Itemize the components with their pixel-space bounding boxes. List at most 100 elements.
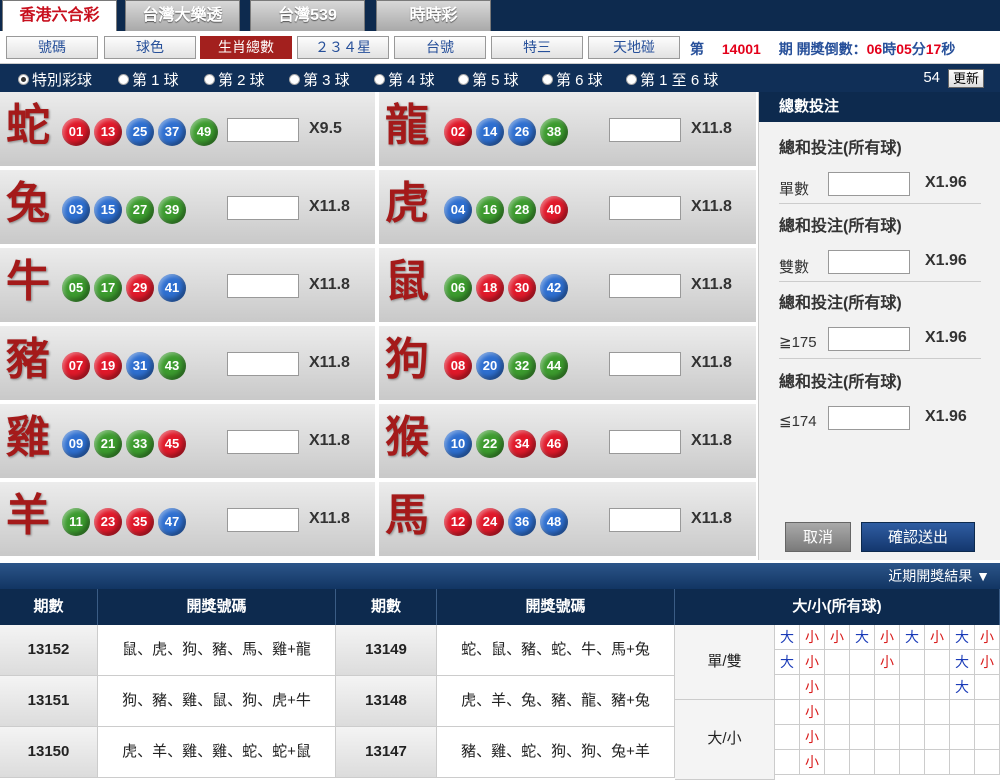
number-ball: 29: [126, 274, 154, 302]
zodiac-bet-input[interactable]: [227, 274, 299, 298]
zodiac-cell: 豬 07 19 31 43 X11.8: [0, 326, 377, 402]
zodiac-name: 雞: [6, 412, 50, 463]
refresh-button[interactable]: 更新: [948, 69, 984, 88]
radio-ball-6[interactable]: 第 6 球: [542, 69, 603, 90]
col-period-2: 期數: [336, 589, 437, 625]
radio-ball-4[interactable]: 第 4 球: [374, 69, 435, 90]
trend-cell: [925, 675, 950, 700]
number-ball: 49: [190, 118, 218, 146]
sum-bet-label: 單數: [779, 181, 810, 198]
radio-ball-1[interactable]: 第 1 球: [118, 69, 179, 90]
zodiac-cell: 虎 04 16 28 40 X11.8: [379, 170, 756, 246]
trend-cell: [850, 750, 875, 775]
trend-cell: [850, 650, 875, 675]
sum-small-input[interactable]: [828, 406, 910, 430]
zodiac-bet-input[interactable]: [609, 352, 681, 376]
trend-cell: [950, 725, 975, 750]
zodiac-odds: X9.5: [309, 120, 342, 137]
zodiac-balls: 04 16 28 40: [444, 196, 568, 224]
tab-taiwan-lotto[interactable]: 台灣大樂透: [125, 0, 240, 31]
radio-ball-2[interactable]: 第 2 球: [204, 69, 265, 90]
number-ball: 41: [158, 274, 186, 302]
radio-ball-3[interactable]: 第 3 球: [289, 69, 350, 90]
number-ball: 13: [94, 118, 122, 146]
sub-tab-bar: 號碼 球色 生肖總數 ２３４星 台號 特三 天地碰 第 14001 期 開獎倒數…: [0, 31, 1000, 64]
number-ball: 47: [158, 508, 186, 536]
trend-cell: 小: [800, 750, 825, 775]
confirm-submit-button[interactable]: 確認送出: [861, 522, 975, 552]
number-ball: 28: [508, 196, 536, 224]
trend-cell: 大: [900, 625, 925, 650]
zodiac-bet-input[interactable]: [227, 118, 299, 142]
number-ball: 07: [62, 352, 90, 380]
number-ball: 16: [476, 196, 504, 224]
zodiac-odds: X11.8: [309, 276, 350, 293]
number-ball: 09: [62, 430, 90, 458]
trend-cell: [775, 700, 800, 725]
subtab-special-three[interactable]: 特三: [491, 36, 583, 59]
radio-ball-1-6[interactable]: 第 1 至 6 球: [626, 69, 718, 90]
number-ball: 35: [126, 508, 154, 536]
zodiac-bet-input[interactable]: [609, 274, 681, 298]
zodiac-bet-input[interactable]: [609, 430, 681, 454]
number-ball: 18: [476, 274, 504, 302]
subtab-zodiac-total[interactable]: 生肖總數: [200, 36, 292, 59]
zodiac-bet-input[interactable]: [227, 196, 299, 220]
tab-hk-mark-six[interactable]: 香港六合彩: [2, 0, 117, 31]
recent-results-toggle[interactable]: 近期開獎結果 ▼: [0, 563, 1000, 589]
zodiac-odds: X11.8: [691, 432, 732, 449]
sum-bet-odds: X1.96: [925, 174, 967, 191]
col-result-2: 開獎號碼: [437, 589, 675, 625]
sum-big-input[interactable]: [828, 327, 910, 351]
number-ball: 44: [540, 352, 568, 380]
trend-cell: [900, 700, 925, 725]
zodiac-cell: 蛇 01 13 25 37 49 X9.5: [0, 92, 377, 168]
number-ball: 12: [444, 508, 472, 536]
result-numbers: 蛇、鼠、豬、蛇、牛、馬+兔: [437, 625, 675, 676]
zodiac-bet-input[interactable]: [227, 430, 299, 454]
subtab-color[interactable]: 球色: [104, 36, 196, 59]
result-period: 13148: [336, 676, 437, 727]
radio-special-ball[interactable]: 特別彩球: [18, 69, 92, 90]
sum-bet-odds: X1.96: [925, 408, 967, 425]
subtab-234-star[interactable]: ２３４星: [297, 36, 389, 59]
zodiac-name: 蛇: [6, 100, 50, 151]
period-number: 14001: [721, 41, 761, 57]
number-ball: 05: [62, 274, 90, 302]
sum-bet-odds: X1.96: [925, 252, 967, 269]
result-numbers: 鼠、虎、狗、豬、馬、雞+龍: [98, 625, 336, 676]
zodiac-bet-input[interactable]: [227, 352, 299, 376]
sum-bet-small: 總和投注(所有球) ≦174 X1.96: [779, 360, 981, 438]
number-ball: 15: [94, 196, 122, 224]
tab-ssc[interactable]: 時時彩: [376, 0, 491, 31]
trend-cell: 小: [875, 650, 900, 675]
trend-cell: 大: [950, 625, 975, 650]
zodiac-cell: 牛 05 17 29 41 X11.8: [0, 248, 377, 324]
zodiac-balls: 01 13 25 37 49: [62, 118, 218, 146]
subtab-heaven-earth[interactable]: 天地碰: [588, 36, 680, 59]
zodiac-odds: X11.8: [691, 198, 732, 215]
zodiac-odds: X11.8: [691, 354, 732, 371]
zodiac-bet-input[interactable]: [227, 508, 299, 532]
zodiac-bet-input[interactable]: [609, 196, 681, 220]
sum-even-input[interactable]: [828, 250, 910, 274]
trend-cell: [950, 700, 975, 725]
zodiac-bet-input[interactable]: [609, 118, 681, 142]
zodiac-name: 猴: [385, 412, 429, 463]
subtab-tai-number[interactable]: 台號: [394, 36, 486, 59]
result-numbers: 虎、羊、兔、豬、龍、豬+兔: [437, 676, 675, 727]
subtab-number[interactable]: 號碼: [6, 36, 98, 59]
radio-ball-5[interactable]: 第 5 球: [458, 69, 519, 90]
tab-taiwan-539[interactable]: 台灣539: [250, 0, 365, 31]
trend-label-odd-even: 單/雙: [675, 625, 775, 700]
zodiac-odds: X11.8: [691, 120, 732, 137]
trend-cell: [925, 650, 950, 675]
result-period: 13150: [0, 727, 98, 778]
zodiac-balls: 07 19 31 43: [62, 352, 186, 380]
sum-odd-input[interactable]: [828, 172, 910, 196]
cancel-button[interactable]: 取消: [785, 522, 851, 552]
number-ball: 17: [94, 274, 122, 302]
zodiac-bet-input[interactable]: [609, 508, 681, 532]
sum-bet-label: 雙數: [779, 259, 810, 276]
trend-cell: [825, 700, 850, 725]
